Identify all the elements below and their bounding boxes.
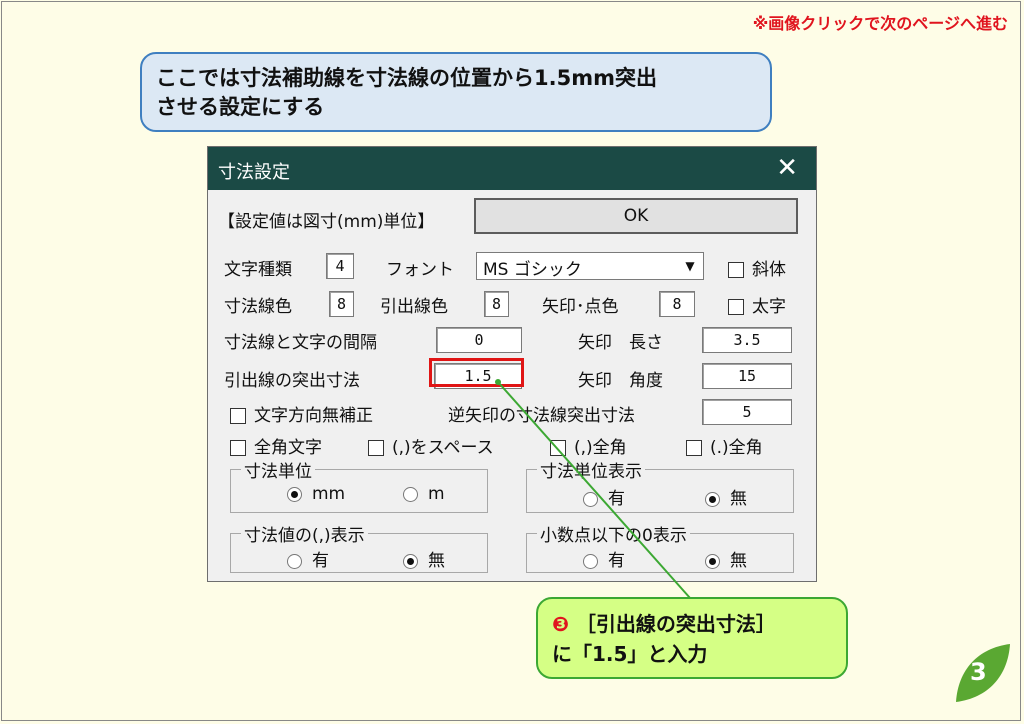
field-highlight xyxy=(429,358,524,387)
decimal-zero-yes-radio[interactable]: 有 xyxy=(583,546,625,571)
comma-space-box[interactable] xyxy=(368,440,384,456)
fullwidth-label: 全角文字 xyxy=(254,438,322,458)
comma-full-label: (,)全角 xyxy=(574,438,627,458)
decimal-zero-no-radio[interactable]: 無 xyxy=(705,546,747,571)
gap-label: 寸法線と文字の間隔 xyxy=(224,333,377,353)
decimal-zero-yes-dot[interactable] xyxy=(583,553,598,569)
unit-mm-radio[interactable]: mm xyxy=(287,484,345,504)
unit-mm-radio-dot[interactable] xyxy=(287,486,302,502)
step-callout-line1: ❸ ［引出線の突出寸法］ xyxy=(552,609,832,639)
intro-callout: ここでは寸法補助線を寸法線の位置から1.5mm突出 させる設定にする xyxy=(140,52,772,132)
unit-display-yes-radio[interactable]: 有 xyxy=(583,484,625,509)
ok-button[interactable]: OK xyxy=(474,198,798,234)
chevron-down-icon[interactable]: ▼ xyxy=(679,255,701,277)
decimal-zero-yes-label: 有 xyxy=(608,551,625,571)
font-select[interactable]: MS ゴシック ▼ xyxy=(476,252,704,280)
reverse-arrow-field[interactable]: 5 xyxy=(702,399,792,425)
italic-checkbox[interactable]: 斜体 xyxy=(728,255,786,280)
gap-field[interactable]: 0 xyxy=(436,327,522,353)
arrow-color-label: 矢印･点色 xyxy=(542,297,619,317)
decimal-zero-no-label: 無 xyxy=(730,551,747,571)
step-callout-line2: に「1.5」と入力 xyxy=(552,642,708,666)
ext-line-color-label: 引出線色 xyxy=(380,297,448,317)
unit-group: 寸法単位 mm m xyxy=(230,457,488,513)
comma-display-no-label: 無 xyxy=(428,551,445,571)
arrow-length-label: 矢印 長さ xyxy=(578,333,663,353)
unit-display-yes-label: 有 xyxy=(608,489,625,509)
decimal-zero-no-dot[interactable] xyxy=(705,553,720,569)
fullwidth-box[interactable] xyxy=(230,440,246,456)
period-full-checkbox[interactable]: (.)全角 xyxy=(686,433,763,458)
units-note: 【設定値は図寸(mm)単位】 xyxy=(218,212,435,232)
font-label: フォント xyxy=(386,260,454,280)
comma-space-label: (,)をスペース xyxy=(392,438,494,458)
no-dir-correct-checkbox[interactable]: 文字方向無補正 xyxy=(230,401,373,426)
dialog-titlebar: 寸法設定 ✕ xyxy=(208,147,816,190)
unit-m-label: m xyxy=(428,484,445,504)
arrow-length-field[interactable]: 3.5 xyxy=(702,327,792,353)
fullwidth-checkbox[interactable]: 全角文字 xyxy=(230,433,322,458)
bold-checkbox-box[interactable] xyxy=(728,299,744,315)
comma-display-no-radio[interactable]: 無 xyxy=(403,546,445,571)
period-full-label: (.)全角 xyxy=(710,438,763,458)
comma-display-group: 寸法値の(,)表示 有 無 xyxy=(230,521,488,573)
comma-display-group-label: 寸法値の(,)表示 xyxy=(241,521,368,546)
intro-callout-line1: ここでは寸法補助線を寸法線の位置から1.5mm突出 xyxy=(156,66,657,90)
dialog-title: 寸法設定 xyxy=(218,162,290,183)
comma-display-yes-label: 有 xyxy=(312,551,329,571)
italic-checkbox-box[interactable] xyxy=(728,262,744,278)
bold-checkbox[interactable]: 太字 xyxy=(728,292,786,317)
unit-display-no-label: 無 xyxy=(730,489,747,509)
unit-display-no-dot[interactable] xyxy=(705,491,720,507)
step-callout-text1: ［引出線の突出寸法］ xyxy=(575,612,776,636)
font-select-value: MS ゴシック xyxy=(483,260,582,280)
ext-overshoot-label: 引出線の突出寸法 xyxy=(224,371,360,391)
unit-group-label: 寸法単位 xyxy=(241,457,315,482)
comma-display-yes-radio[interactable]: 有 xyxy=(287,546,329,571)
close-icon[interactable]: ✕ xyxy=(776,153,798,183)
italic-label: 斜体 xyxy=(752,260,786,280)
unit-display-group: 寸法単位表示 有 無 xyxy=(526,457,794,513)
reverse-arrow-label: 逆矢印の寸法線突出寸法 xyxy=(448,406,635,426)
unit-display-group-label: 寸法単位表示 xyxy=(537,457,645,482)
unit-display-no-radio[interactable]: 無 xyxy=(705,484,747,509)
step-callout: ❸ ［引出線の突出寸法］ に「1.5」と入力 xyxy=(536,597,848,679)
unit-mm-label: mm xyxy=(312,484,346,504)
unit-m-radio-dot[interactable] xyxy=(403,486,418,502)
bold-label: 太字 xyxy=(752,297,786,317)
dim-line-color-field[interactable]: 8 xyxy=(329,291,354,317)
no-dir-correct-box[interactable] xyxy=(230,408,246,424)
intro-callout-line2: させる設定にする xyxy=(156,95,325,119)
page-number: 3 xyxy=(970,658,987,686)
arrow-angle-label: 矢印 角度 xyxy=(578,371,663,391)
unit-m-radio[interactable]: m xyxy=(403,484,445,504)
comma-display-yes-dot[interactable] xyxy=(287,553,302,569)
comma-full-checkbox[interactable]: (,)全角 xyxy=(550,433,627,458)
arrow-color-field[interactable]: 8 xyxy=(659,291,695,317)
text-type-field[interactable]: 4 xyxy=(326,253,354,279)
decimal-zero-group: 小数点以下の0表示 有 無 xyxy=(526,521,794,573)
arrow-angle-field[interactable]: 15 xyxy=(702,363,792,389)
next-page-note[interactable]: ※画像クリックで次のページへ進む xyxy=(753,10,1008,34)
step-number: ❸ xyxy=(552,612,569,636)
no-dir-correct-label: 文字方向無補正 xyxy=(254,406,373,426)
text-type-label: 文字種類 xyxy=(224,260,292,280)
decimal-zero-group-label: 小数点以下の0表示 xyxy=(537,521,690,546)
unit-display-yes-dot[interactable] xyxy=(583,491,598,507)
comma-display-no-dot[interactable] xyxy=(403,553,418,569)
ext-line-color-field[interactable]: 8 xyxy=(484,291,509,317)
dim-line-color-label: 寸法線色 xyxy=(224,297,292,317)
comma-full-box[interactable] xyxy=(550,440,566,456)
period-full-box[interactable] xyxy=(686,440,702,456)
comma-space-checkbox[interactable]: (,)をスペース xyxy=(368,433,494,458)
